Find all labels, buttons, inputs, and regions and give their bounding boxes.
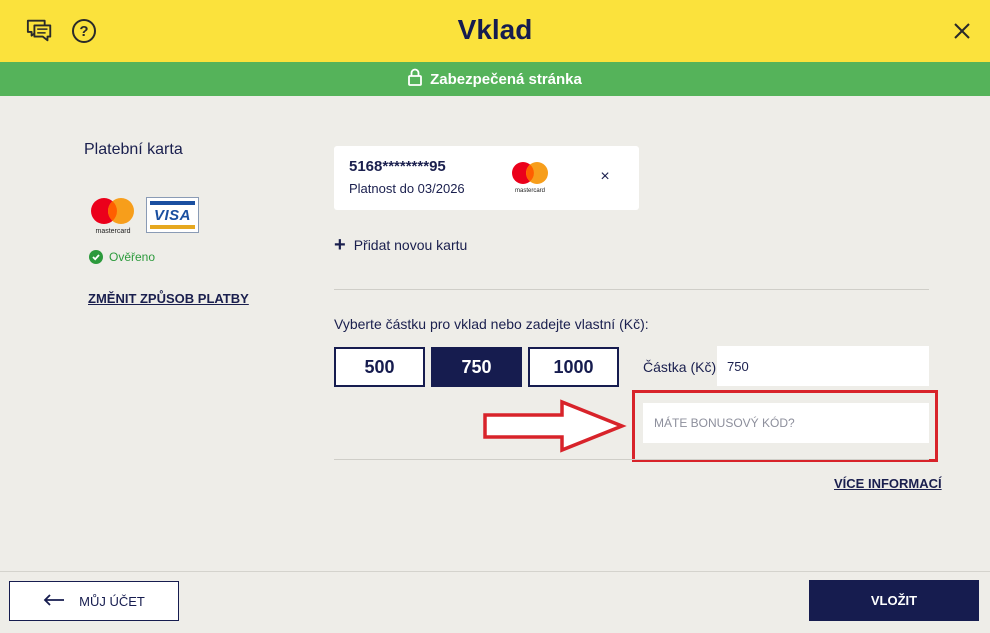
mastercard-wordmark: mastercard — [95, 228, 130, 235]
card-brand-wordmark: mastercard — [515, 188, 545, 194]
amount-input-label: Částka (Kč): — [643, 359, 721, 375]
card-validity: Platnost do 03/2026 — [349, 181, 465, 196]
verified-label: Ověřeno — [109, 250, 156, 264]
payment-method-title: Platební karta — [84, 141, 183, 158]
amount-option-750[interactable]: 750 — [431, 347, 522, 387]
mastercard-logo: mastercard — [88, 196, 138, 236]
footer-divider — [0, 571, 990, 572]
page-title: Vklad — [457, 14, 533, 45]
card-number: 5168********95 — [349, 158, 446, 175]
check-icon — [89, 250, 103, 264]
add-card-button[interactable]: + Přidat novou kartu — [334, 234, 468, 256]
secure-page-bar: Zabezpečená stránka — [0, 62, 990, 96]
bonus-code-input[interactable] — [643, 403, 929, 443]
mastercard-logo: mastercard — [508, 160, 552, 196]
plus-icon: + — [334, 234, 346, 256]
amount-prompt: Vyberte částku pro vklad nebo zadejte vl… — [334, 316, 649, 332]
visa-logo: VISA — [146, 197, 199, 233]
more-info-link[interactable]: VÍCE INFORMACÍ — [834, 476, 942, 491]
lock-icon — [408, 68, 423, 90]
modal-header: ? Vklad — [0, 0, 990, 62]
divider — [334, 289, 929, 290]
arrow-annotation-icon — [483, 399, 627, 453]
visa-wordmark: VISA — [150, 201, 195, 229]
secure-page-label: Zabezpečená stránka — [430, 70, 582, 88]
saved-card[interactable]: 5168********95 Platnost do 03/2026 maste… — [334, 146, 639, 210]
verified-status: Ověřeno — [89, 250, 155, 264]
remove-card-icon[interactable]: × — [596, 168, 614, 186]
amount-option-1000[interactable]: 1000 — [528, 347, 619, 387]
submit-deposit-button[interactable]: VLOŽIT — [809, 580, 979, 621]
amount-input[interactable] — [717, 346, 929, 386]
close-icon[interactable] — [948, 17, 976, 45]
divider — [334, 459, 929, 460]
amount-option-500[interactable]: 500 — [334, 347, 425, 387]
add-card-label: Přidat novou kartu — [353, 237, 468, 253]
change-payment-method-link[interactable]: ZMĚNIT ZPŮSOB PLATBY — [88, 291, 249, 306]
my-account-label: MŮJ ÚČET — [79, 593, 145, 609]
my-account-button[interactable]: MŮJ ÚČET — [9, 581, 179, 621]
arrow-left-icon — [43, 593, 65, 609]
